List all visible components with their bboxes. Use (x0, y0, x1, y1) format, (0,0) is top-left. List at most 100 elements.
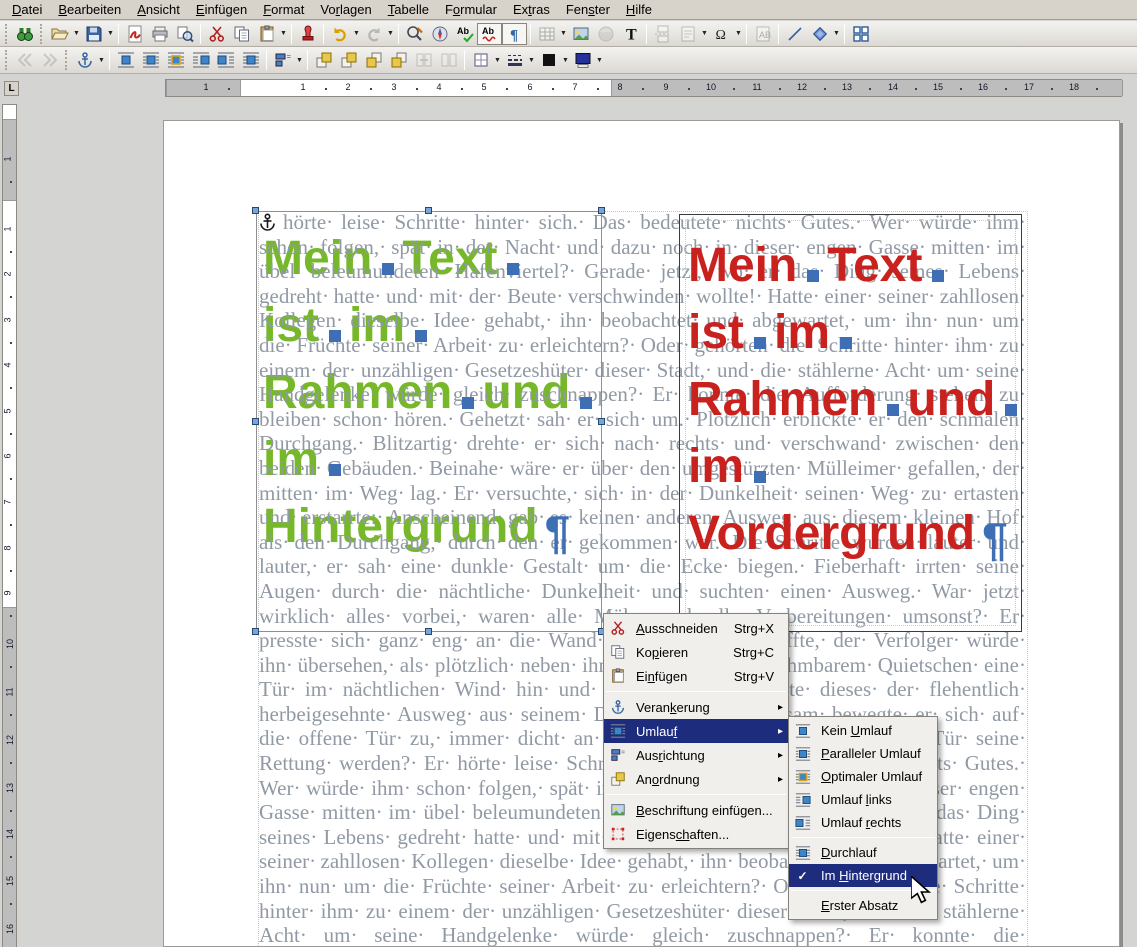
print-button[interactable] (147, 23, 172, 45)
open-dropdown-arrow[interactable]: ▼ (72, 23, 81, 45)
menu-item-wrap-none[interactable]: Kein Umlauf (789, 719, 937, 742)
menubar-item-vorlagen[interactable]: Vorlagen (312, 0, 379, 19)
menu-item-wrap-left[interactable]: Umlauf links (789, 788, 937, 811)
selection-handle[interactable] (252, 628, 259, 635)
wrap-parallel-button[interactable] (138, 49, 163, 71)
gallery-button[interactable] (848, 23, 873, 45)
vertical-ruler[interactable]: 112345678910111213141516 (2, 104, 17, 947)
send-to-back-button[interactable] (386, 49, 411, 71)
borders-button[interactable] (468, 49, 493, 71)
selection-handle[interactable] (598, 207, 605, 214)
selection-handle[interactable] (252, 418, 259, 425)
wrap-optimal-button[interactable] (163, 49, 188, 71)
menu-item-insert-caption[interactable]: Beschriftung einfügen... (604, 798, 788, 822)
page-preview-button[interactable] (172, 23, 197, 45)
selection-handle[interactable] (252, 207, 259, 214)
menubar-item-bearbeiten[interactable]: Bearbeiten (50, 0, 129, 19)
forward-one-button[interactable] (336, 49, 361, 71)
menu-item-paste[interactable]: EinfügenStrg+V (604, 664, 788, 688)
basic-shapes-button[interactable] (807, 23, 832, 45)
selection-handle[interactable] (598, 418, 605, 425)
line-style-dropdown-arrow[interactable]: ▼ (527, 49, 536, 71)
menu-item-wrap-optimal[interactable]: Optimaler Umlauf (789, 765, 937, 788)
background-color-button[interactable] (570, 49, 595, 71)
text-frame-left[interactable] (256, 211, 602, 632)
toolbar-grip[interactable] (5, 50, 9, 70)
ruler-margin-segment[interactable] (3, 607, 16, 947)
save-dropdown-arrow[interactable]: ▼ (106, 23, 115, 45)
horizontal-ruler[interactable]: 1123456789101112131415161718 (165, 79, 1122, 97)
find-replace-button[interactable] (402, 23, 427, 45)
insert-field-button (675, 23, 700, 45)
toolbar-grip[interactable] (5, 24, 9, 44)
copy-icon (610, 644, 626, 660)
insert-line-button[interactable] (782, 23, 807, 45)
border-color-button[interactable] (536, 49, 561, 71)
selection-handle[interactable] (425, 207, 432, 214)
alignment-dropdown-arrow[interactable]: ▼ (295, 49, 304, 71)
formatting-marks-button[interactable]: ¶ (502, 23, 527, 45)
hruler-number: 18 (1069, 82, 1079, 92)
cut-button[interactable] (204, 23, 229, 45)
background-color-dropdown-arrow[interactable]: ▼ (595, 49, 604, 71)
alignment-button[interactable] (270, 49, 295, 71)
format-paintbrush-button[interactable] (295, 23, 320, 45)
menubar-item-fenster[interactable]: Fenster (558, 0, 618, 19)
menubar-item-hilfe[interactable]: Hilfe (618, 0, 660, 19)
menu-item-anchoring[interactable]: Verankerung▸ (604, 695, 788, 719)
menu-item-arrange[interactable]: Anordnung▸ (604, 767, 788, 791)
menu-item-label: Optimaler Umlauf (816, 769, 937, 784)
menu-item-alignment[interactable]: Ausrichtung▸ (604, 743, 788, 767)
selection-handle[interactable] (425, 628, 432, 635)
paste-button[interactable] (254, 23, 279, 45)
menu-item-wrap[interactable]: Umlauf▸ (604, 719, 788, 743)
menubar-item-format[interactable]: Format (255, 0, 312, 19)
borders-dropdown-arrow[interactable]: ▼ (493, 49, 502, 71)
paste-dropdown-arrow[interactable]: ▼ (279, 23, 288, 45)
toolbar-grip[interactable] (40, 24, 44, 44)
copy-button[interactable] (229, 23, 254, 45)
text-frame-right[interactable] (679, 214, 1022, 632)
context-menu: AusschneidenStrg+XKopierenStrg+CEinfügen… (603, 613, 789, 849)
hruler-tick (370, 88, 372, 90)
wrap-through-button[interactable] (238, 49, 263, 71)
save-button[interactable] (81, 23, 106, 45)
line-style-button[interactable] (502, 49, 527, 71)
menu-item-cut[interactable]: AusschneidenStrg+X (604, 616, 788, 640)
open-button[interactable] (47, 23, 72, 45)
menu-item-wrap-right[interactable]: Umlauf rechts (789, 811, 937, 834)
basic-shapes-dropdown-arrow[interactable]: ▼ (832, 23, 841, 45)
menu-item-copy[interactable]: KopierenStrg+C (604, 640, 788, 664)
undo-button[interactable] (327, 23, 352, 45)
export-pdf-button[interactable] (122, 23, 147, 45)
special-character-button[interactable]: Ω (709, 23, 734, 45)
insert-image-button[interactable] (568, 23, 593, 45)
anchor-dropdown-arrow[interactable]: ▼ (97, 49, 106, 71)
auto-spellcheck-button[interactable]: Ab (477, 23, 502, 45)
border-color-dropdown-arrow[interactable]: ▼ (561, 49, 570, 71)
hruler-number: 16 (978, 82, 988, 92)
back-one-button[interactable] (361, 49, 386, 71)
wrap-right-button[interactable] (213, 49, 238, 71)
find-button[interactable] (12, 23, 37, 45)
menubar-item-datei[interactable]: Datei (4, 0, 50, 19)
undo-dropdown-arrow[interactable]: ▼ (352, 23, 361, 45)
wrap-none-button[interactable] (113, 49, 138, 71)
menu-item-wrap-through[interactable]: Durchlauf (789, 841, 937, 864)
tab-stop-selector[interactable]: L (4, 81, 19, 96)
insert-textbox-button[interactable]: T (618, 23, 643, 45)
menubar-item-einfuegen[interactable]: Einfügen (188, 0, 255, 19)
wrap-left-button[interactable] (188, 49, 213, 71)
menu-item-wrap-parallel[interactable]: Paralleler Umlauf (789, 742, 937, 765)
menubar-item-formular[interactable]: Formular (437, 0, 505, 19)
special-character-dropdown-arrow[interactable]: ▼ (734, 23, 743, 45)
navigator-button[interactable] (427, 23, 452, 45)
menu-item-properties[interactable]: Eigenschaften... (604, 822, 788, 846)
menubar-item-extras[interactable]: Extras (505, 0, 558, 19)
bring-to-front-button[interactable] (311, 49, 336, 71)
menubar-item-tabelle[interactable]: Tabelle (380, 0, 437, 19)
anchor-button[interactable] (72, 49, 97, 71)
spellcheck-button[interactable]: Ab (452, 23, 477, 45)
toolbar-grip[interactable] (65, 50, 69, 70)
menubar-item-ansicht[interactable]: Ansicht (129, 0, 188, 19)
